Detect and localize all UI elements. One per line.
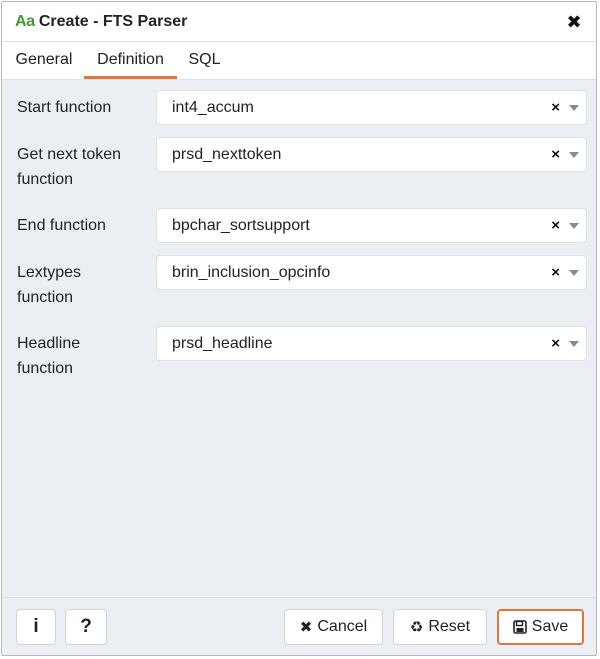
save-button[interactable]: Save	[497, 609, 584, 645]
clear-icon[interactable]: ×	[551, 209, 560, 242]
clear-icon[interactable]: ×	[551, 256, 560, 289]
chevron-down-icon[interactable]	[569, 223, 579, 229]
save-button-label: Save	[531, 618, 569, 635]
lextypes-function-label: Lextypes function	[17, 264, 82, 306]
dialog-title-text: Create - FTS Parser	[38, 13, 188, 30]
info-button[interactable]: i	[16, 609, 56, 645]
dialog-titlebar: Aa Create - FTS Parser ✖	[2, 2, 596, 42]
get-next-token-function-value: prsd_nexttoken	[172, 146, 282, 163]
end-function-label: End function	[17, 217, 106, 234]
dialog-footer: i ? ✖ Cancel ♻ Reset Save	[2, 597, 596, 655]
reset-button[interactable]: ♻ Reset	[393, 609, 487, 645]
start-function-value: int4_accum	[172, 99, 254, 116]
help-icon: ?	[80, 616, 92, 637]
chevron-down-icon[interactable]	[569, 270, 579, 276]
dialog-title: Aa Create - FTS Parser	[15, 11, 187, 33]
clear-icon[interactable]: ×	[551, 327, 560, 360]
tab-bar: General Definition SQL	[2, 42, 596, 80]
clear-icon[interactable]: ×	[551, 138, 560, 171]
headline-function-value: prsd_headline	[172, 335, 273, 352]
chevron-down-icon[interactable]	[569, 152, 579, 158]
close-icon: ✖	[299, 619, 313, 636]
get-next-token-function-label: Get next token function	[17, 146, 122, 188]
get-next-token-function-select[interactable]: prsd_nexttoken ×	[156, 137, 587, 172]
cancel-button[interactable]: ✖ Cancel	[284, 609, 383, 645]
headline-function-select[interactable]: prsd_headline ×	[156, 326, 587, 361]
start-function-label: Start function	[17, 99, 112, 116]
info-icon: i	[33, 616, 39, 637]
lextypes-function-select[interactable]: brin_inclusion_opcinfo ×	[156, 255, 587, 290]
end-function-select[interactable]: bpchar_sortsupport ×	[156, 208, 587, 243]
reset-button-label: Reset	[428, 618, 471, 635]
help-button[interactable]: ?	[65, 609, 107, 645]
headline-function-label: Headline function	[17, 335, 81, 377]
lextypes-function-value: brin_inclusion_opcinfo	[172, 264, 331, 281]
start-function-select[interactable]: int4_accum ×	[156, 90, 587, 125]
chevron-down-icon[interactable]	[569, 105, 579, 111]
recycle-icon: ♻	[409, 619, 424, 636]
close-icon[interactable]: ✖	[564, 11, 584, 33]
clear-icon[interactable]: ×	[551, 91, 560, 124]
definition-panel: Start function int4_accum × Get next tok…	[2, 80, 596, 597]
create-fts-parser-dialog: Aa Create - FTS Parser ✖ General Definit…	[1, 1, 597, 656]
fts-parser-icon: Aa	[15, 13, 35, 30]
chevron-down-icon[interactable]	[569, 341, 579, 347]
cancel-button-label: Cancel	[317, 618, 368, 635]
tab-general[interactable]: General	[14, 42, 74, 77]
tab-definition[interactable]: Definition	[84, 42, 177, 79]
floppy-disk-icon	[512, 620, 527, 634]
tab-sql[interactable]: SQL	[188, 42, 221, 77]
end-function-value: bpchar_sortsupport	[172, 217, 310, 234]
